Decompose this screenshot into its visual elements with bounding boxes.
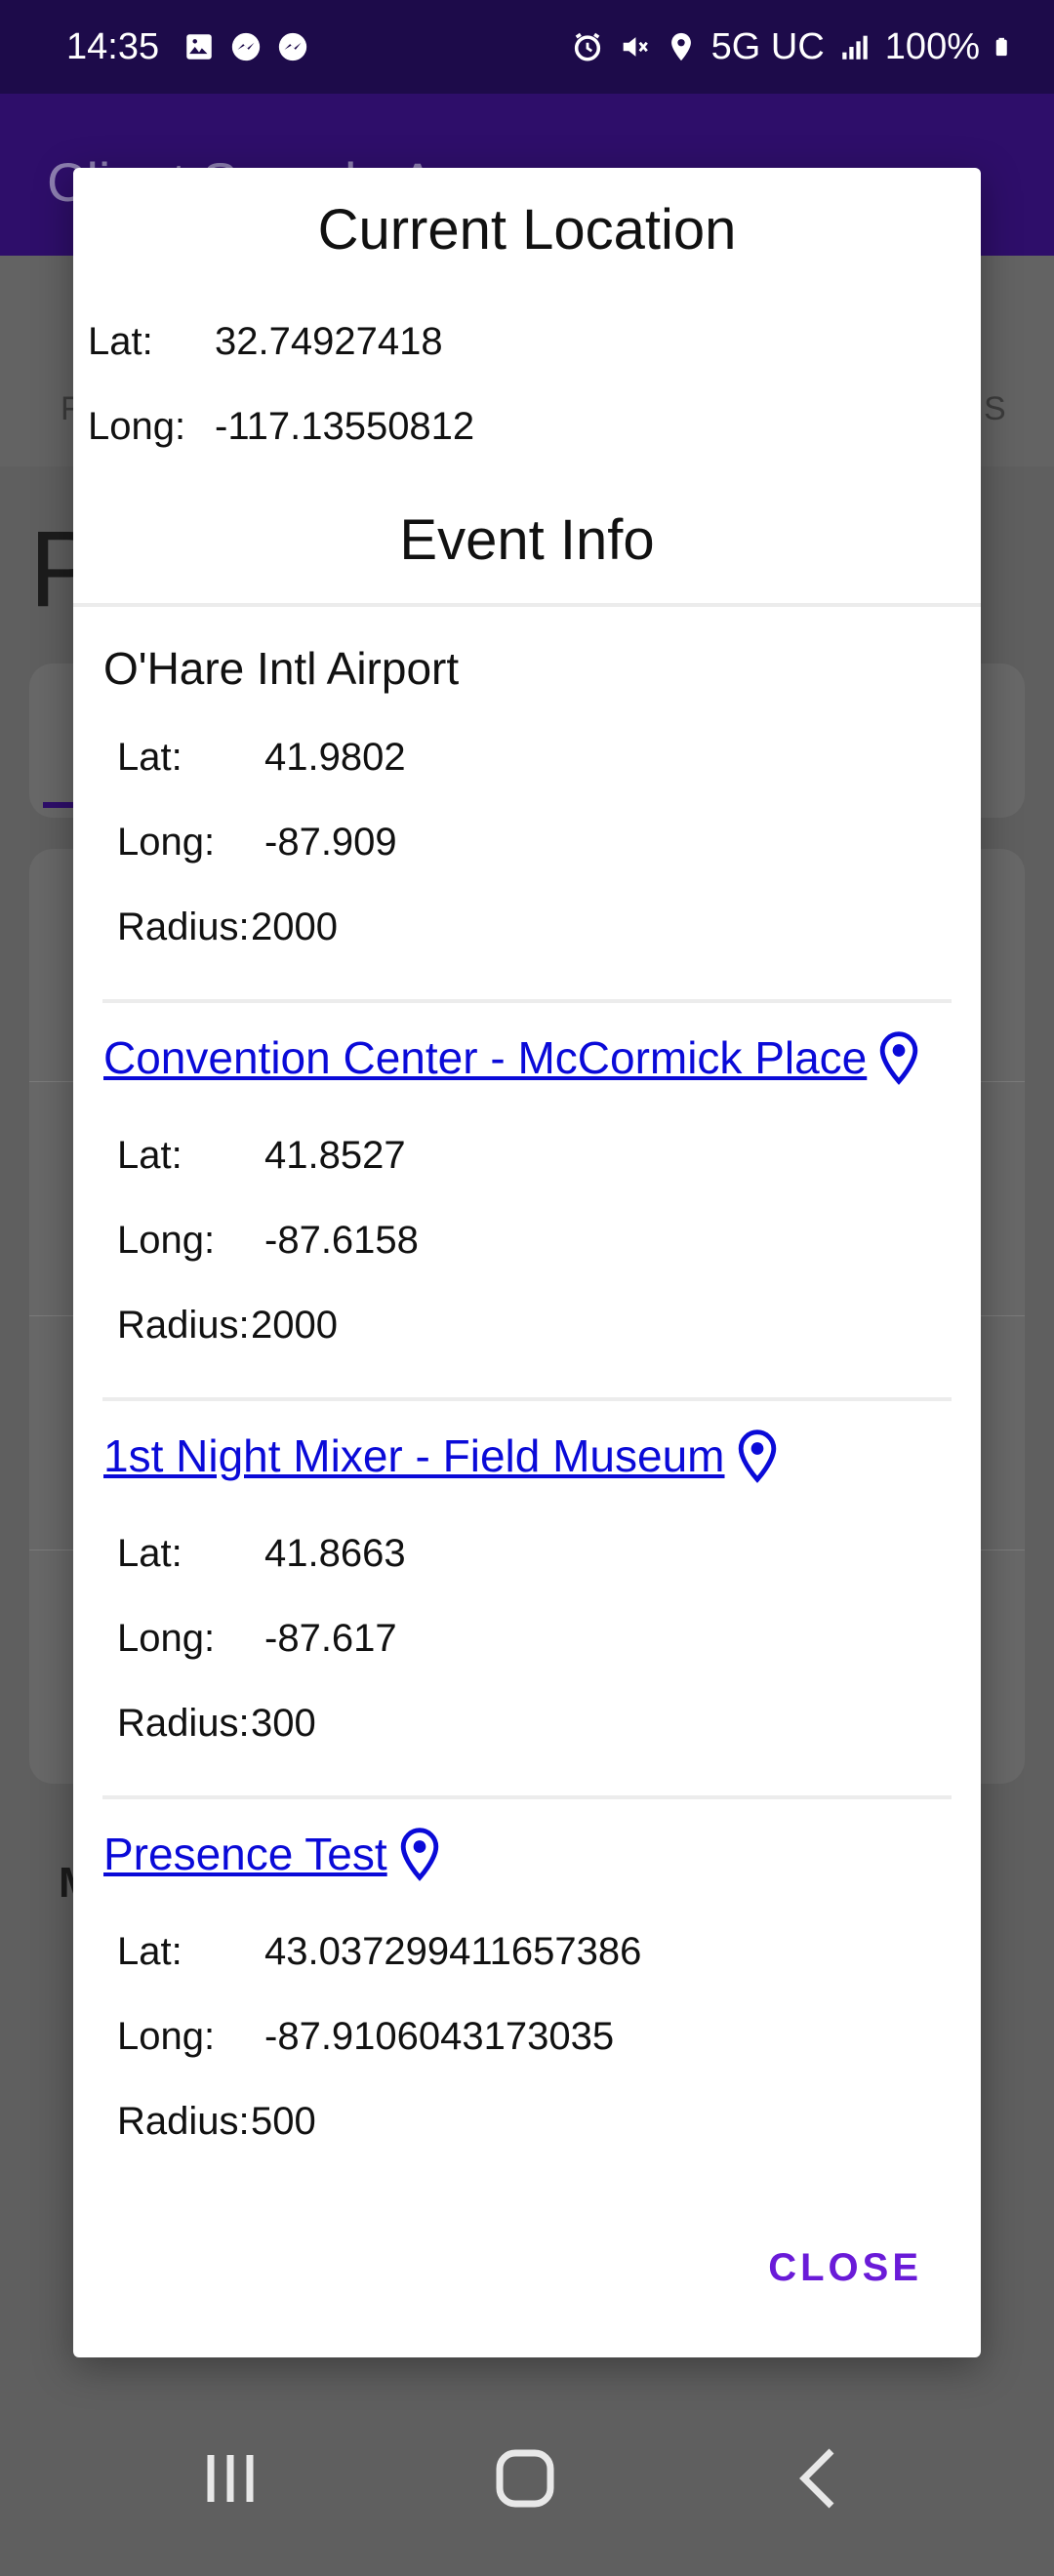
gallery-icon: [186, 34, 212, 60]
close-button[interactable]: CLOSE: [768, 2246, 922, 2290]
current-lat-value: 32.74927418: [215, 320, 443, 363]
event-long-label: Long:: [117, 821, 216, 864]
alarm-icon: [574, 32, 600, 61]
event-lat-label: Lat:: [117, 736, 182, 779]
navigation-bar: [0, 2381, 1054, 2576]
mute-icon: [623, 37, 648, 57]
event-long-label: Long:: [117, 1617, 216, 1660]
event-long-label: Long:: [117, 2015, 216, 2058]
event-radius-value: 500: [251, 2100, 316, 2143]
event-radius-value: 2000: [251, 1304, 338, 1347]
divider: [102, 1397, 952, 1401]
location-icon: [670, 32, 691, 61]
home-icon[interactable]: [478, 2432, 572, 2525]
map-pin-icon[interactable]: [876, 1030, 921, 1085]
event-radius-label: Radius:: [117, 906, 250, 948]
background-tab-right[interactable]: S: [984, 390, 1006, 428]
event-lat-value: 43.037299411657386: [264, 1930, 642, 1973]
event-lat-label: Lat:: [117, 1134, 182, 1177]
event-long-value: -87.9106043173035: [264, 2015, 615, 2058]
event-link-label[interactable]: Presence Test: [103, 1828, 387, 1880]
event-radius-value: 300: [251, 1702, 316, 1745]
current-lat-label: Lat:: [88, 320, 153, 363]
events-title: Event Info: [399, 508, 655, 572]
event-link-label[interactable]: 1st Night Mixer - Field Museum: [103, 1429, 725, 1482]
event-lat-label: Lat:: [117, 1532, 182, 1575]
event-lat-label: Lat:: [117, 1930, 182, 1973]
messenger-icon: [231, 32, 261, 61]
event-lat-value: 41.8663: [264, 1532, 406, 1575]
event-radius-label: Radius:: [117, 2100, 250, 2143]
event-long-label: Long:: [117, 1219, 216, 1262]
event-name: O'Hare Intl Airport: [103, 643, 460, 694]
event-radius-value: 2000: [251, 906, 338, 948]
network-label: 5G UC: [710, 25, 825, 67]
divider: [73, 603, 981, 607]
location-dialog: Current Location Lat: 32.74927418 Long: …: [73, 168, 981, 2357]
recent-apps-icon[interactable]: [183, 2432, 277, 2525]
event-lat-value: 41.9802: [264, 736, 406, 779]
event-long-value: -87.6158: [264, 1219, 419, 1262]
event-radius-label: Radius:: [117, 1304, 250, 1347]
event-link-label[interactable]: Convention Center - McCormick Place: [103, 1031, 867, 1084]
status-bar: 14:35 5G UC 100%: [0, 0, 1054, 94]
event-link[interactable]: Convention Center - McCormick Place: [103, 1030, 921, 1085]
dialog-title: Current Location: [317, 198, 737, 262]
back-icon[interactable]: [773, 2432, 867, 2525]
battery-icon: [995, 37, 1007, 57]
status-time: 14:35: [66, 25, 160, 67]
divider: [102, 1795, 952, 1799]
current-long-label: Long:: [88, 405, 186, 448]
event-long-value: -87.909: [264, 821, 397, 864]
messenger-icon: [278, 32, 307, 61]
event-link[interactable]: 1st Night Mixer - Field Museum: [103, 1429, 780, 1483]
event-lat-value: 41.8527: [264, 1134, 406, 1177]
event-radius-label: Radius:: [117, 1702, 250, 1745]
battery-percent: 100%: [884, 25, 980, 67]
divider: [102, 999, 952, 1003]
map-pin-icon[interactable]: [397, 1827, 442, 1881]
current-long-value: -117.13550812: [215, 405, 475, 448]
signal-icon: [842, 35, 868, 60]
event-long-value: -87.617: [264, 1617, 397, 1660]
event-link[interactable]: Presence Test: [103, 1827, 442, 1881]
map-pin-icon[interactable]: [735, 1429, 780, 1483]
